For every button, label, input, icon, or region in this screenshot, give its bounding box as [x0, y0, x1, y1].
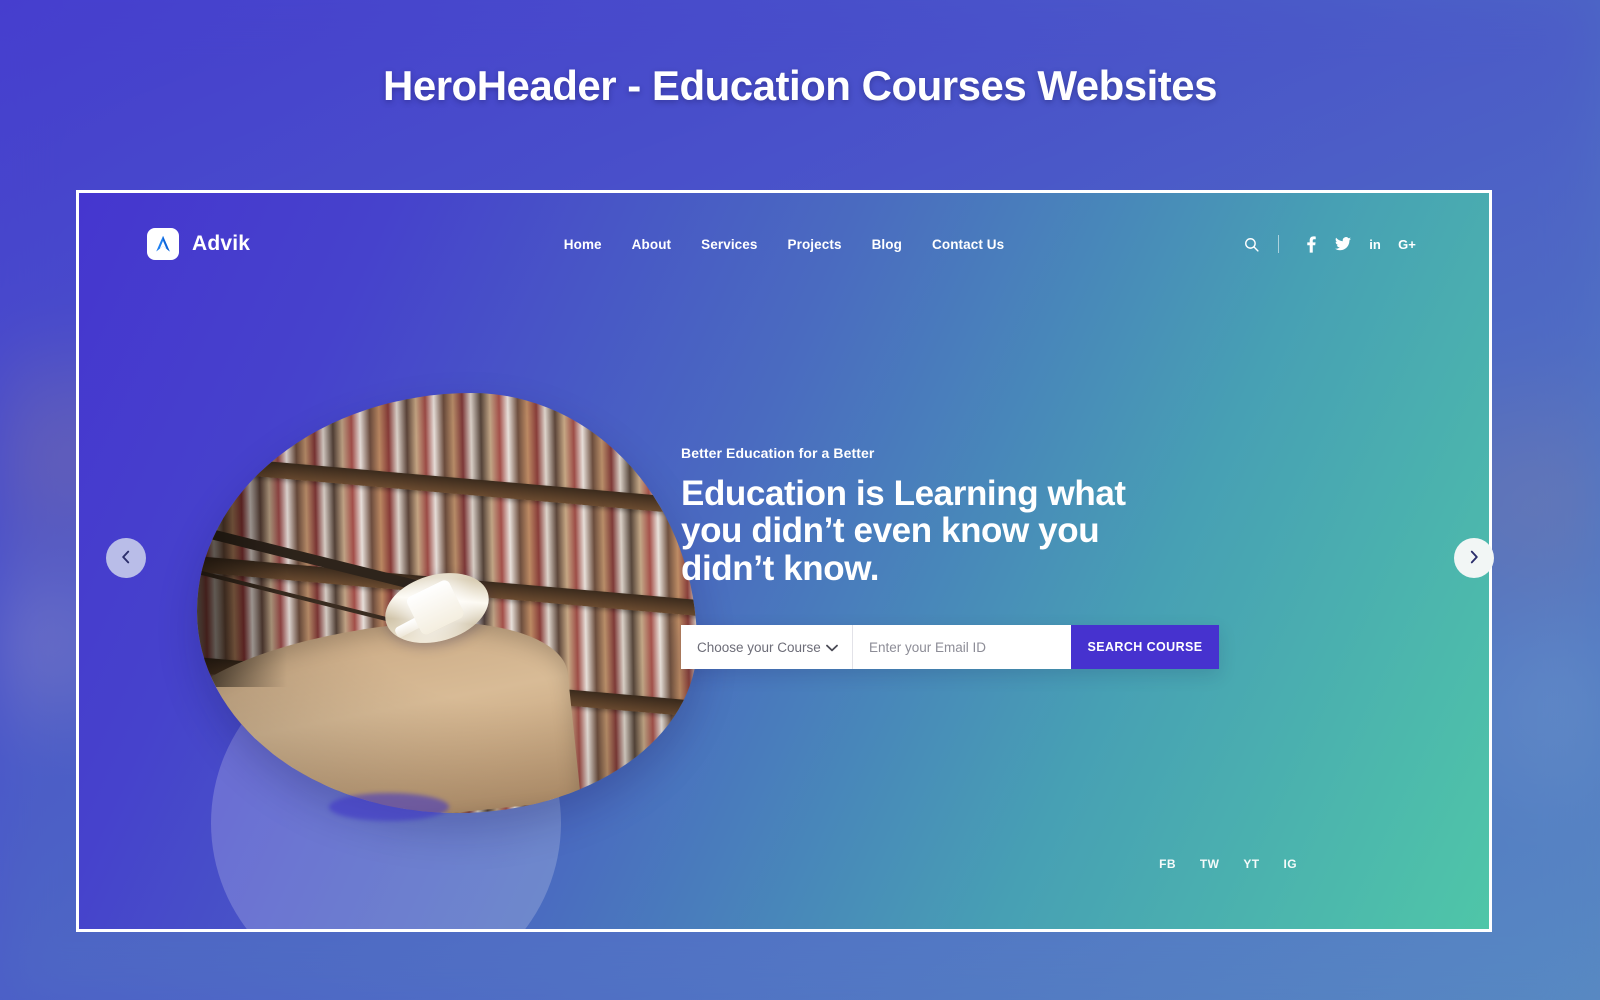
course-search-form: Choose your Course SEARCH COURSE [681, 625, 1219, 669]
nav-link-contact-us[interactable]: Contact Us [932, 237, 1004, 252]
nav-divider [1278, 235, 1279, 253]
advik-mountain-logo-icon [147, 228, 179, 260]
social-link-ig[interactable]: IG [1284, 857, 1297, 871]
carousel-next-button[interactable] [1454, 538, 1494, 578]
page-title: HeroHeader - Education Courses Websites [383, 62, 1217, 109]
decor-bar-accent [329, 793, 449, 821]
nav-link-home[interactable]: Home [564, 237, 602, 252]
nav-link-services[interactable]: Services [701, 237, 757, 252]
hero-headline: Education is Learning what you didn’t ev… [681, 474, 1126, 588]
social-link-yt[interactable]: YT [1243, 857, 1259, 871]
search-icon[interactable] [1238, 231, 1264, 257]
chevron-right-icon [1468, 550, 1480, 567]
screenshot-stage: HeroHeader - Education Courses Websites … [0, 0, 1600, 1000]
nav-link-about[interactable]: About [632, 237, 671, 252]
brand-logo[interactable]: Advik [147, 228, 250, 260]
mockup-frame: Advik Home About Services Projects Blog … [76, 190, 1492, 932]
chevron-down-icon [826, 640, 838, 655]
nav-link-projects[interactable]: Projects [788, 237, 842, 252]
facebook-icon[interactable] [1299, 232, 1323, 256]
search-course-button[interactable]: SEARCH COURSE [1071, 625, 1219, 669]
nav-link-blog[interactable]: Blog [872, 237, 902, 252]
carousel-prev-button[interactable] [106, 538, 146, 578]
nav-actions: in G+ [1238, 231, 1423, 257]
hero-section: Advik Home About Services Projects Blog … [79, 193, 1489, 929]
course-select-value: Choose your Course [697, 639, 821, 655]
chevron-left-icon [120, 550, 132, 567]
hero-eyebrow: Better Education for a Better [681, 445, 875, 461]
course-select[interactable]: Choose your Course [681, 625, 853, 669]
twitter-icon[interactable] [1331, 232, 1355, 256]
nav-links: Home About Services Projects Blog Contac… [564, 237, 1005, 252]
brand-name: Advik [192, 232, 251, 255]
social-link-fb[interactable]: FB [1159, 857, 1176, 871]
navbar: Advik Home About Services Projects Blog … [79, 219, 1489, 269]
email-field[interactable] [853, 625, 1071, 669]
bottom-social-links: FB TW YT IG [1159, 857, 1297, 871]
linkedin-icon[interactable]: in [1363, 232, 1387, 256]
hero-copy: Better Education for a Better Education … [681, 445, 1241, 587]
social-link-tw[interactable]: TW [1200, 857, 1219, 871]
google-plus-icon[interactable]: G+ [1395, 232, 1419, 256]
